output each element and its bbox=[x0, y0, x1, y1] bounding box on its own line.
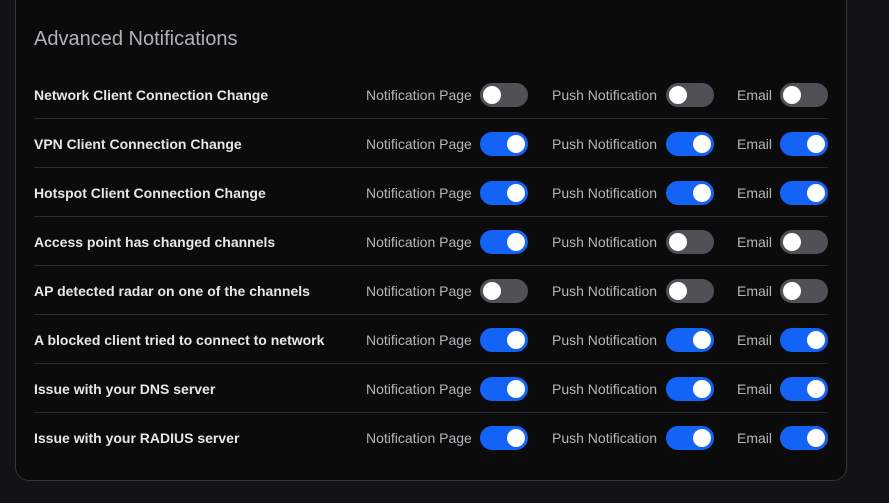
section-title: Advanced Notifications bbox=[34, 28, 238, 50]
toggle-knob bbox=[807, 135, 825, 153]
toggle-knob bbox=[507, 135, 525, 153]
toggle-knob bbox=[693, 429, 711, 447]
notification-row: Issue with your RADIUS server Notificati… bbox=[34, 413, 828, 462]
notification-rows: Network Client Connection Change Notific… bbox=[34, 70, 828, 462]
push-notification-toggle[interactable] bbox=[666, 132, 714, 156]
notification-row: AP detected radar on one of the channels… bbox=[34, 266, 828, 315]
notification-row: VPN Client Connection Change Notificatio… bbox=[34, 119, 828, 168]
notification-row: Access point has changed channels Notifi… bbox=[34, 217, 828, 266]
email-toggle[interactable] bbox=[780, 230, 828, 254]
toggle-knob bbox=[693, 184, 711, 202]
email-label: Email bbox=[737, 234, 773, 250]
toggle-knob bbox=[807, 184, 825, 202]
push-notification-toggle[interactable] bbox=[666, 426, 714, 450]
email-toggle[interactable] bbox=[780, 83, 828, 107]
notification-row-label: Issue with your RADIUS server bbox=[34, 430, 240, 446]
push-notification-toggle[interactable] bbox=[666, 83, 714, 107]
push-notification-label: Push Notification bbox=[552, 234, 658, 250]
toggle-knob bbox=[507, 380, 525, 398]
push-notification-toggle[interactable] bbox=[666, 230, 714, 254]
notification-row: Hotspot Client Connection Change Notific… bbox=[34, 168, 828, 217]
email-label: Email bbox=[737, 185, 773, 201]
email-label: Email bbox=[737, 136, 773, 152]
email-label: Email bbox=[737, 332, 773, 348]
email-toggle[interactable] bbox=[780, 426, 828, 450]
toggle-knob bbox=[669, 233, 687, 251]
notification-page-toggle[interactable] bbox=[480, 328, 528, 352]
push-notification-label: Push Notification bbox=[552, 430, 658, 446]
notification-row-label: Network Client Connection Change bbox=[34, 87, 269, 103]
notification-row-label: Access point has changed channels bbox=[34, 234, 276, 250]
toggle-knob bbox=[807, 429, 825, 447]
toggle-knob bbox=[783, 282, 801, 300]
push-notification-label: Push Notification bbox=[552, 332, 658, 348]
email-toggle[interactable] bbox=[780, 377, 828, 401]
push-notification-toggle[interactable] bbox=[666, 279, 714, 303]
toggle-knob bbox=[507, 331, 525, 349]
toggle-knob bbox=[483, 282, 501, 300]
toggle-knob bbox=[693, 331, 711, 349]
notification-page-toggle[interactable] bbox=[480, 83, 528, 107]
toggle-knob bbox=[483, 86, 501, 104]
notification-page-toggle[interactable] bbox=[480, 230, 528, 254]
notification-row-label: AP detected radar on one of the channels bbox=[34, 283, 310, 299]
notification-page-label: Notification Page bbox=[366, 381, 472, 397]
toggle-knob bbox=[669, 86, 687, 104]
email-toggle[interactable] bbox=[780, 328, 828, 352]
notification-page-toggle[interactable] bbox=[480, 426, 528, 450]
push-notification-label: Push Notification bbox=[552, 87, 658, 103]
push-notification-toggle[interactable] bbox=[666, 181, 714, 205]
toggle-knob bbox=[693, 380, 711, 398]
notification-page-toggle[interactable] bbox=[480, 132, 528, 156]
notification-page-label: Notification Page bbox=[366, 430, 472, 446]
toggle-knob bbox=[783, 233, 801, 251]
notification-page-label: Notification Page bbox=[366, 185, 472, 201]
toggle-knob bbox=[507, 233, 525, 251]
notification-row: A blocked client tried to connect to net… bbox=[34, 315, 828, 364]
notification-page-label: Notification Page bbox=[366, 283, 472, 299]
email-label: Email bbox=[737, 283, 773, 299]
email-toggle[interactable] bbox=[780, 132, 828, 156]
push-notification-toggle[interactable] bbox=[666, 328, 714, 352]
toggle-knob bbox=[507, 429, 525, 447]
notification-page-toggle[interactable] bbox=[480, 279, 528, 303]
push-notification-label: Push Notification bbox=[552, 283, 658, 299]
push-notification-label: Push Notification bbox=[552, 136, 658, 152]
notification-page-toggle[interactable] bbox=[480, 181, 528, 205]
toggle-knob bbox=[807, 331, 825, 349]
email-toggle[interactable] bbox=[780, 181, 828, 205]
notification-page-toggle[interactable] bbox=[480, 377, 528, 401]
toggle-knob bbox=[783, 86, 801, 104]
email-toggle[interactable] bbox=[780, 279, 828, 303]
toggle-knob bbox=[507, 184, 525, 202]
toggle-knob bbox=[669, 282, 687, 300]
push-notification-label: Push Notification bbox=[552, 381, 658, 397]
notification-row-label: Issue with your DNS server bbox=[34, 381, 216, 397]
email-label: Email bbox=[737, 381, 773, 397]
notification-page-label: Notification Page bbox=[366, 136, 472, 152]
notification-page-label: Notification Page bbox=[366, 332, 472, 348]
notification-row: Issue with your DNS server Notification … bbox=[34, 364, 828, 413]
notification-page-label: Notification Page bbox=[366, 234, 472, 250]
push-notification-label: Push Notification bbox=[552, 185, 658, 201]
toggle-knob bbox=[807, 380, 825, 398]
notification-row-label: A blocked client tried to connect to net… bbox=[34, 332, 325, 348]
email-label: Email bbox=[737, 430, 773, 446]
notification-row-label: VPN Client Connection Change bbox=[34, 136, 242, 152]
notification-page-label: Notification Page bbox=[366, 87, 472, 103]
email-label: Email bbox=[737, 87, 773, 103]
toggle-knob bbox=[693, 135, 711, 153]
notification-row: Network Client Connection Change Notific… bbox=[34, 70, 828, 119]
notification-row-label: Hotspot Client Connection Change bbox=[34, 185, 266, 201]
push-notification-toggle[interactable] bbox=[666, 377, 714, 401]
